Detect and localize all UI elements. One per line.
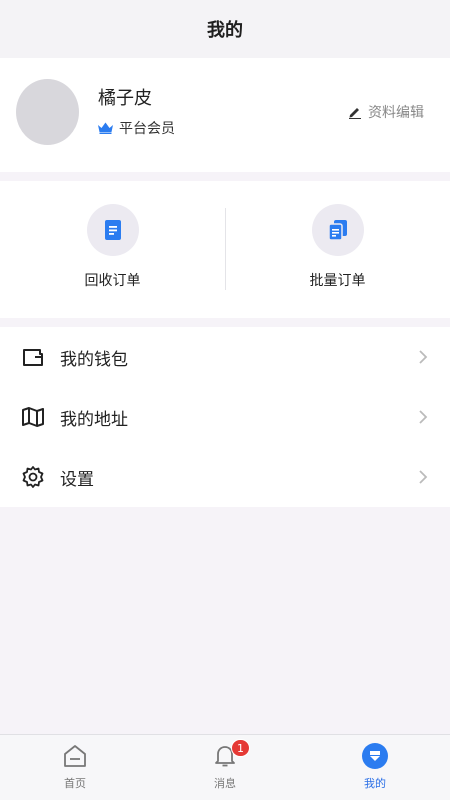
map-icon [22, 407, 44, 427]
tab-label-home: 首页 [64, 777, 86, 790]
recycle-orders-label: 回收订单 [84, 273, 141, 289]
bottom-tab-bar: 首页 1 消息 我的 [0, 734, 450, 800]
chevron-right-icon [419, 410, 428, 424]
unread-badge: 1 [231, 739, 250, 757]
tab-label-profile: 我的 [364, 777, 386, 790]
menu-item-settings[interactable]: 设置 [0, 447, 450, 507]
tab-label-messages: 消息 [214, 777, 236, 790]
chevron-right-icon [419, 350, 428, 364]
batch-orders-label: 批量订单 [309, 273, 366, 289]
menu-item-wallet[interactable]: 我的钱包 [0, 327, 450, 387]
profile-card: 橘子皮 平台会员 资料编辑 [0, 58, 450, 172]
member-badge: 平台会员 [98, 118, 175, 138]
order-icon-circle [311, 204, 364, 256]
avatar[interactable] [16, 79, 79, 145]
menu-label-settings: 设置 [60, 469, 94, 490]
top-header: 我的 [0, 0, 450, 58]
tab-home[interactable]: 首页 [0, 735, 150, 800]
menu-list: 我的钱包 我的地址 设置 [0, 327, 450, 507]
profile-icon [362, 743, 388, 769]
app-root: 我的 橘子皮 平台会员 资料编辑 回收订单 批量订单 我的钱包 我的地址 设置 … [0, 0, 450, 800]
member-label: 平台会员 [119, 121, 175, 137]
tab-profile[interactable]: 我的 [300, 735, 450, 800]
chevron-right-icon [419, 470, 428, 484]
user-name: 橘子皮 [98, 88, 152, 109]
orders-card: 回收订单 批量订单 [0, 181, 450, 318]
orders-divider [225, 208, 226, 290]
stacked-documents-icon [327, 220, 347, 241]
order-icon-circle [86, 204, 139, 256]
menu-label-address: 我的地址 [60, 409, 128, 430]
edit-profile-button[interactable]: 资料编辑 [348, 102, 424, 122]
gear-icon [22, 466, 44, 488]
wallet-icon [23, 349, 43, 366]
edit-profile-label: 资料编辑 [368, 105, 424, 121]
recycle-orders-button[interactable]: 回收订单 [0, 181, 225, 318]
menu-label-wallet: 我的钱包 [60, 349, 128, 370]
crown-icon [98, 122, 113, 134]
pencil-icon [349, 108, 361, 119]
menu-item-address[interactable]: 我的地址 [0, 387, 450, 447]
batch-orders-button[interactable]: 批量订单 [225, 181, 450, 318]
home-icon [64, 745, 86, 767]
page-title: 我的 [207, 20, 243, 41]
tab-messages[interactable]: 1 消息 [150, 735, 300, 800]
document-icon [104, 220, 121, 240]
